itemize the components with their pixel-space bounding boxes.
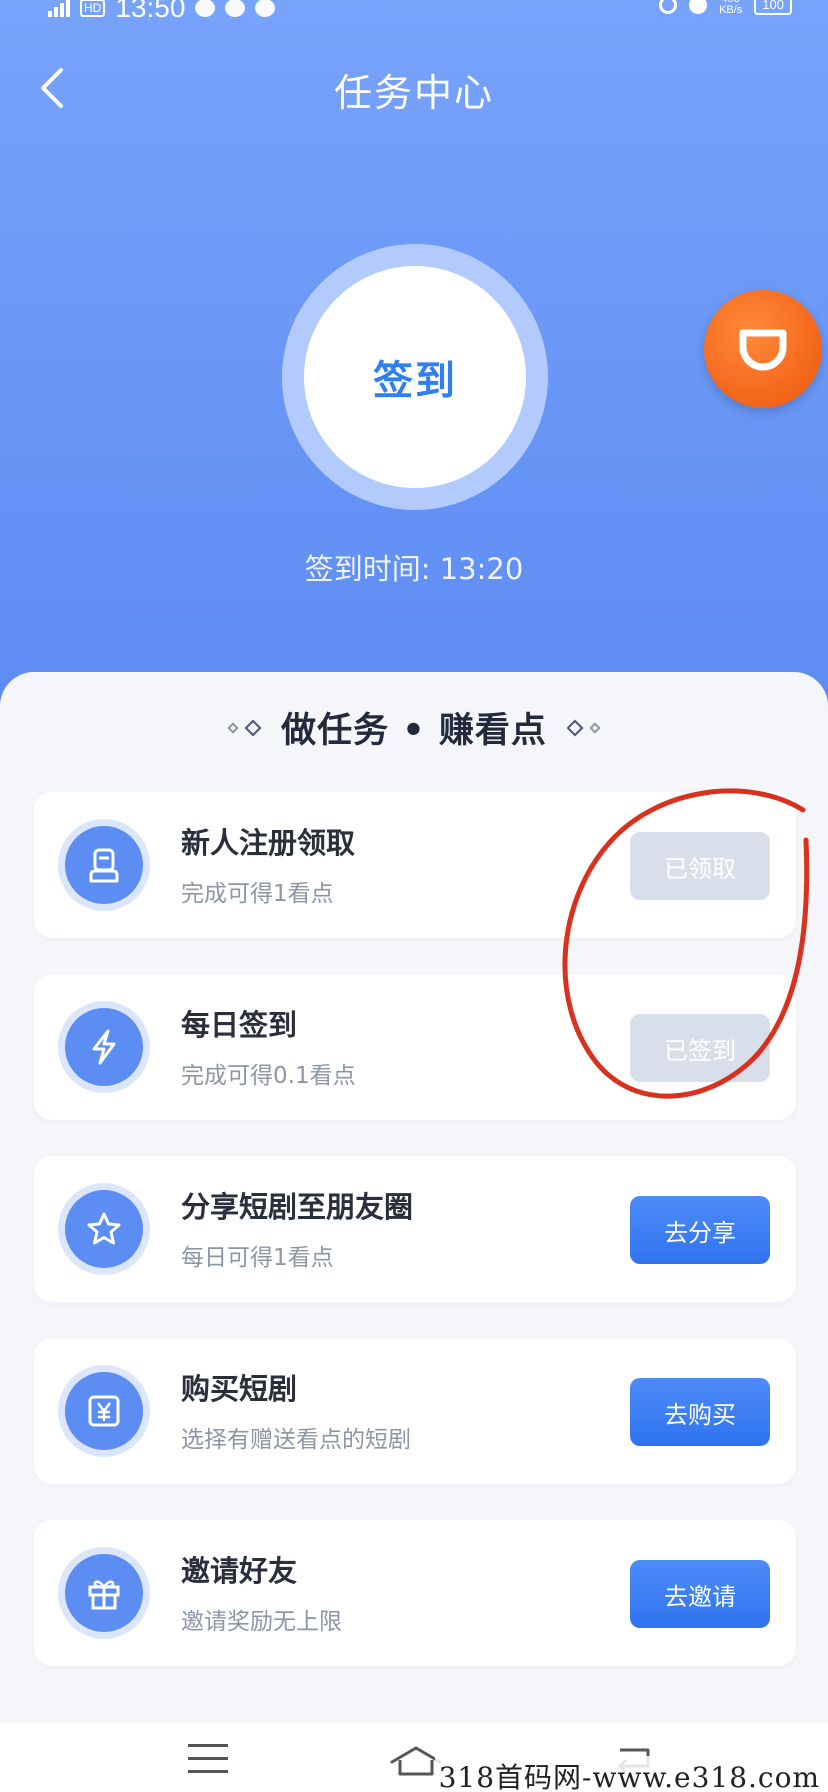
network-speed: 403 KB/s — [719, 0, 742, 16]
task-name: 购买短剧 — [181, 1372, 298, 1406]
gift-icon — [65, 1554, 143, 1632]
battery-level: 100 — [762, 0, 784, 12]
task-reward-desc: 完成可得1看点 — [181, 881, 334, 907]
task-name: 每日签到 — [181, 1008, 298, 1042]
status-time: 13:50 — [115, 0, 186, 23]
signal-icon — [48, 0, 70, 17]
task-card-buy: 购买短剧 选择有赠送看点的短剧 去购买 — [34, 1338, 796, 1484]
app-notification-icon — [255, 0, 276, 17]
chat-icon — [195, 0, 216, 17]
checked-in-button[interactable]: 已签到 — [630, 1014, 770, 1082]
task-reward-desc: 完成可得0.1看点 — [181, 1063, 356, 1089]
battery-icon: 100 — [754, 0, 792, 15]
didi-logo-icon — [739, 329, 787, 371]
hd-icon: HD — [80, 0, 106, 17]
status-right: 403 KB/s 100 — [659, 0, 792, 16]
location-icon — [659, 0, 678, 14]
diamond-decoration-right-icon — [566, 719, 601, 736]
yen-icon — [65, 1372, 143, 1450]
task-icon-ring — [58, 1183, 150, 1275]
go-invite-button[interactable]: 去邀请 — [630, 1560, 770, 1628]
network-speed-unit: KB/s — [719, 4, 743, 16]
checkin-time: 签到时间: 13:20 — [304, 552, 524, 586]
task-icon-ring — [58, 1547, 150, 1639]
checkin-ring: 签到 — [282, 244, 548, 510]
task-card-register: 新人注册领取 完成可得1看点 已领取 — [34, 792, 796, 938]
diamond-decoration-left-icon — [227, 719, 262, 736]
task-center-page: HD 13:50 403 KB/s 100 — [0, 0, 828, 1792]
user-badge-icon — [65, 826, 143, 904]
task-reward-desc: 每日可得1看点 — [181, 1245, 334, 1271]
task-icon-ring — [58, 819, 150, 911]
task-reward-desc: 选择有赠送看点的短剧 — [181, 1427, 411, 1453]
checkin-button[interactable]: 签到 — [304, 266, 526, 488]
page-title: 任务中心 — [333, 71, 494, 115]
task-icon-ring — [58, 1001, 150, 1093]
task-card-daily-checkin: 每日签到 完成可得0.1看点 已签到 — [34, 974, 796, 1120]
go-share-button[interactable]: 去分享 — [630, 1196, 770, 1264]
lightning-icon — [65, 1008, 143, 1086]
task-reward-desc: 邀请奖励无上限 — [181, 1609, 342, 1635]
task-card-invite: 邀请好友 邀请奖励无上限 去邀请 — [34, 1520, 796, 1666]
status-left: HD 13:50 — [48, 0, 276, 24]
section-header: 做任务 • 赚看点 — [0, 702, 828, 753]
floating-app-badge[interactable] — [704, 290, 822, 408]
task-sheet: 做任务 • 赚看点 新人注册领取 完成可得1看点 已领取 每日签到 完成可得0.… — [0, 672, 828, 1722]
claimed-button[interactable]: 已领取 — [630, 832, 770, 900]
task-name: 邀请好友 — [181, 1554, 298, 1588]
task-card-share: 分享短剧至朋友圈 每日可得1看点 去分享 — [34, 1156, 796, 1302]
task-name: 分享短剧至朋友圈 — [181, 1190, 414, 1224]
watermark-text: 318首码网-www.e318.com — [434, 1756, 824, 1792]
system-navigation-bar: 318首码网-www.e318.com — [0, 1722, 828, 1792]
status-bar: HD 13:50 403 KB/s 100 — [0, 0, 828, 26]
qq-icon — [225, 0, 246, 17]
menu-icon[interactable] — [188, 1744, 228, 1783]
alarm-icon — [689, 0, 708, 14]
section-title: 做任务 • 赚看点 — [281, 711, 547, 751]
task-icon-ring — [58, 1365, 150, 1457]
star-icon — [65, 1190, 143, 1268]
task-name: 新人注册领取 — [181, 826, 356, 860]
task-list: 新人注册领取 完成可得1看点 已领取 每日签到 完成可得0.1看点 已签到 分享… — [34, 792, 796, 1702]
go-buy-button[interactable]: 去购买 — [630, 1378, 770, 1446]
header-background: HD 13:50 403 KB/s 100 — [0, 0, 828, 760]
